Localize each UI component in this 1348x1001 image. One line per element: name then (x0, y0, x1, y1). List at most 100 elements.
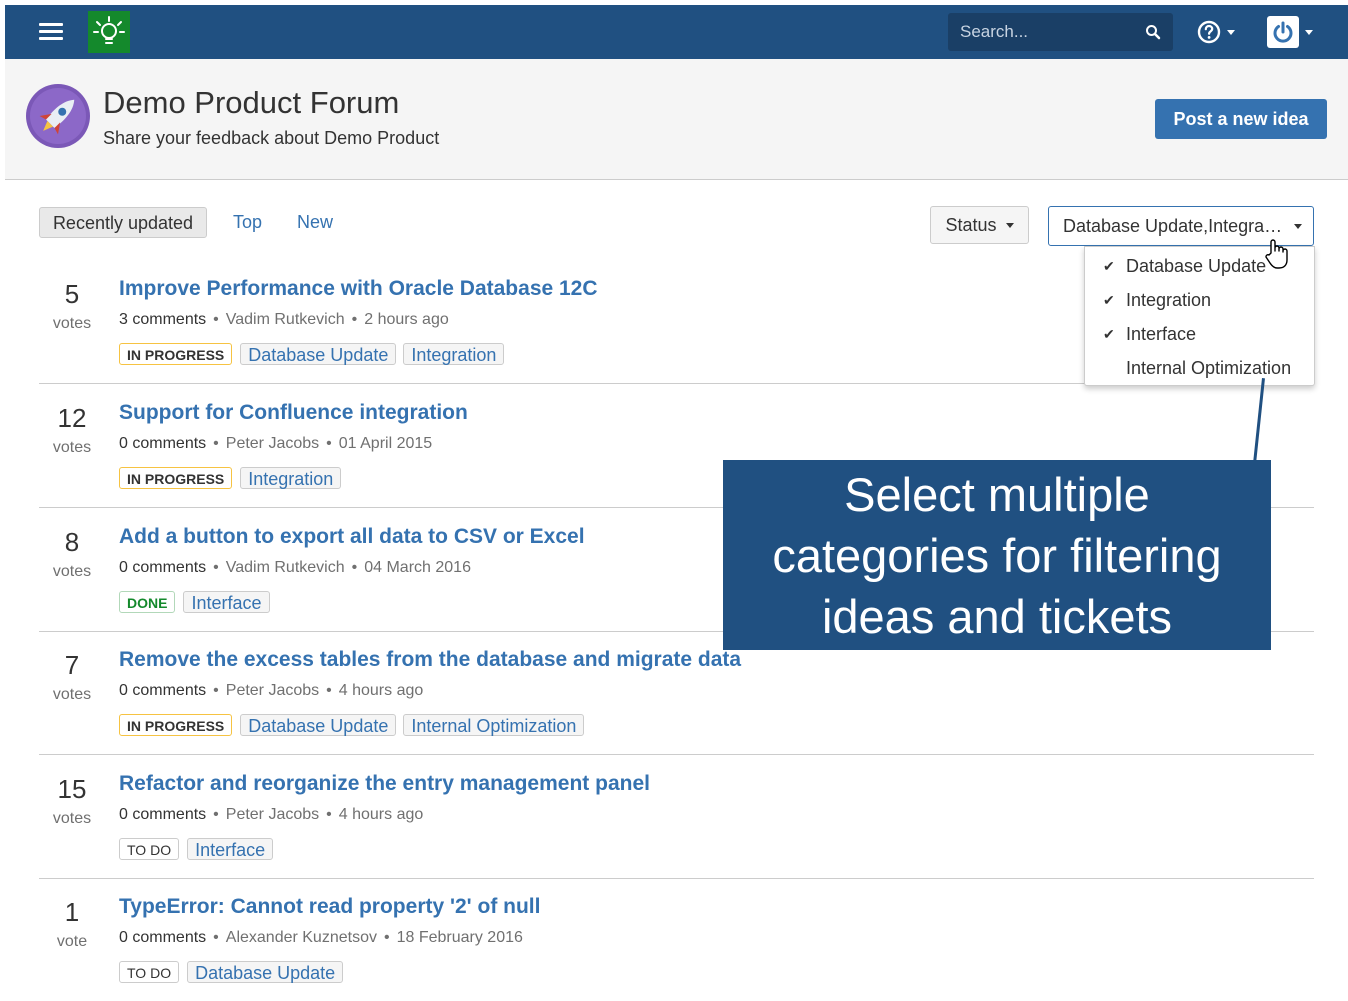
idea-meta: 0 comments • Peter Jacobs • 4 hours ago (119, 806, 424, 823)
timestamp: 04 March 2016 (364, 559, 471, 576)
user-menu[interactable] (1267, 16, 1313, 48)
idea-title-link[interactable]: TypeError: Cannot read property '2' of n… (119, 895, 540, 919)
status-badge: IN PROGRESS (119, 467, 233, 489)
lightbulb-icon (93, 16, 125, 44)
status-filter-label: Status (945, 214, 997, 235)
check-icon: ✔ (1103, 258, 1115, 274)
category-tag[interactable]: Integration (403, 343, 505, 365)
author-name: Alexander Kuznetsov (225, 929, 377, 946)
category-option-label: Database Update (1126, 256, 1267, 276)
category-tag[interactable]: Integration (240, 467, 342, 489)
category-option-label: Integration (1126, 290, 1212, 310)
vote-label: votes (52, 563, 92, 580)
tab-top[interactable]: Top (233, 207, 262, 238)
callout-line-3: ideas and tickets (821, 590, 1173, 643)
idea-row: 1 vote TypeError: Cannot read property '… (39, 877, 1314, 1001)
vote-count[interactable]: 15 (39, 774, 105, 805)
chevron-down-icon (1227, 29, 1235, 35)
tag-list: IN PROGRESS Database Update Integration (119, 343, 511, 365)
tag-list: IN PROGRESS Integration (119, 467, 348, 489)
author-name: Vadim Rutkevich (225, 311, 345, 328)
callout-line-2: categories for filtering (772, 529, 1222, 582)
page-subtitle: Share your feedback about Demo Product (103, 128, 440, 148)
callout-box: Select multiple categories for filtering… (723, 460, 1271, 650)
idea-meta: 3 comments • Vadim Rutkevich • 2 hours ago (119, 311, 449, 328)
vote-label: vote (56, 933, 88, 950)
category-option-label: Internal Optimization (1126, 358, 1292, 378)
timestamp: 4 hours ago (338, 682, 424, 699)
timestamp: 2 hours ago (364, 311, 449, 328)
timestamp: 18 February 2016 (396, 929, 523, 946)
menu-icon[interactable] (39, 23, 63, 41)
help-icon (1197, 20, 1221, 44)
author-name: Vadim Rutkevich (225, 559, 345, 576)
chevron-down-icon (1005, 222, 1014, 228)
chevron-down-icon (1305, 29, 1313, 35)
author-name: Peter Jacobs (225, 806, 320, 823)
comment-count: 0 (119, 559, 128, 576)
search-input[interactable] (960, 22, 1130, 42)
idea-meta: 0 comments • Peter Jacobs • 01 April 2015 (119, 435, 433, 452)
idea-title-link[interactable]: Add a button to export all data to CSV o… (119, 525, 585, 549)
category-tag[interactable]: Interface (183, 591, 270, 613)
check-icon: ✔ (1103, 292, 1115, 308)
vote-label: votes (52, 315, 92, 332)
post-new-idea-button[interactable]: Post a new idea (1155, 99, 1327, 139)
comment-count: 3 (119, 311, 128, 328)
comments-label: comments (132, 559, 207, 576)
help-menu[interactable] (1197, 20, 1235, 44)
category-option-label: Interface (1126, 324, 1197, 344)
rocket-icon (26, 84, 90, 148)
status-badge: TO DO (119, 838, 180, 860)
status-badge: IN PROGRESS (119, 343, 233, 365)
comments-label: comments (132, 435, 207, 452)
tag-list: DONE Interface (119, 591, 277, 613)
vote-count[interactable]: 8 (39, 527, 105, 558)
category-option-internal-optimization[interactable]: Internal Optimization (1085, 351, 1314, 385)
comments-label: comments (132, 682, 207, 699)
idea-title-link[interactable]: Support for Confluence integration (119, 401, 468, 425)
vote-count[interactable]: 7 (39, 650, 105, 681)
idea-meta: 0 comments • Vadim Rutkevich • 04 March 2016 (119, 559, 471, 576)
status-badge: IN PROGRESS (119, 714, 233, 736)
vote-count[interactable]: 5 (39, 279, 105, 310)
comments-label: comments (132, 311, 207, 328)
hand-cursor-icon (1265, 239, 1288, 269)
tag-list: TO DO Interface (119, 838, 280, 860)
category-tag[interactable]: Database Update (240, 714, 397, 736)
idea-title-link[interactable]: Refactor and reorganize the entry manage… (119, 772, 650, 796)
category-tag[interactable]: Database Update (187, 961, 344, 983)
tab-new[interactable]: New (297, 207, 333, 238)
avatar (1267, 16, 1299, 48)
search-box (948, 13, 1173, 51)
power-icon (1273, 21, 1293, 43)
search-icon[interactable] (1145, 24, 1161, 40)
status-badge: TO DO (119, 961, 180, 983)
chevron-down-icon (1294, 223, 1302, 229)
idea-title-link[interactable]: Improve Performance with Oracle Database… (119, 277, 598, 301)
tag-list: TO DO Database Update (119, 961, 350, 983)
forum-header: Demo Product Forum Share your feedback a… (5, 59, 1348, 180)
vote-count[interactable]: 1 (39, 897, 105, 928)
status-badge: DONE (119, 591, 176, 613)
status-filter-button[interactable]: Status (930, 206, 1029, 244)
timestamp: 01 April 2015 (338, 435, 433, 452)
idea-row: 15 votes Refactor and reorganize the ent… (39, 754, 1314, 879)
comment-count: 0 (119, 806, 128, 823)
timestamp: 4 hours ago (338, 806, 424, 823)
tab-recently-updated[interactable]: Recently updated (39, 207, 207, 238)
top-navigation-bar (5, 5, 1348, 59)
category-option-integration[interactable]: ✔ Integration (1085, 283, 1314, 317)
category-tag[interactable]: Internal Optimization (403, 714, 585, 736)
check-icon: ✔ (1103, 326, 1115, 342)
comment-count: 0 (119, 682, 128, 699)
category-tag[interactable]: Database Update (240, 343, 397, 365)
vote-label: votes (52, 810, 92, 827)
app-logo[interactable] (88, 11, 130, 53)
category-tag[interactable]: Interface (187, 838, 274, 860)
category-option-interface[interactable]: ✔ Interface (1085, 317, 1314, 351)
vote-count[interactable]: 12 (39, 403, 105, 434)
idea-title-link[interactable]: Remove the excess tables from the databa… (119, 648, 741, 672)
comment-count: 0 (119, 929, 128, 946)
category-filter-label: Database Update,Integration,Interface (1063, 215, 1285, 236)
